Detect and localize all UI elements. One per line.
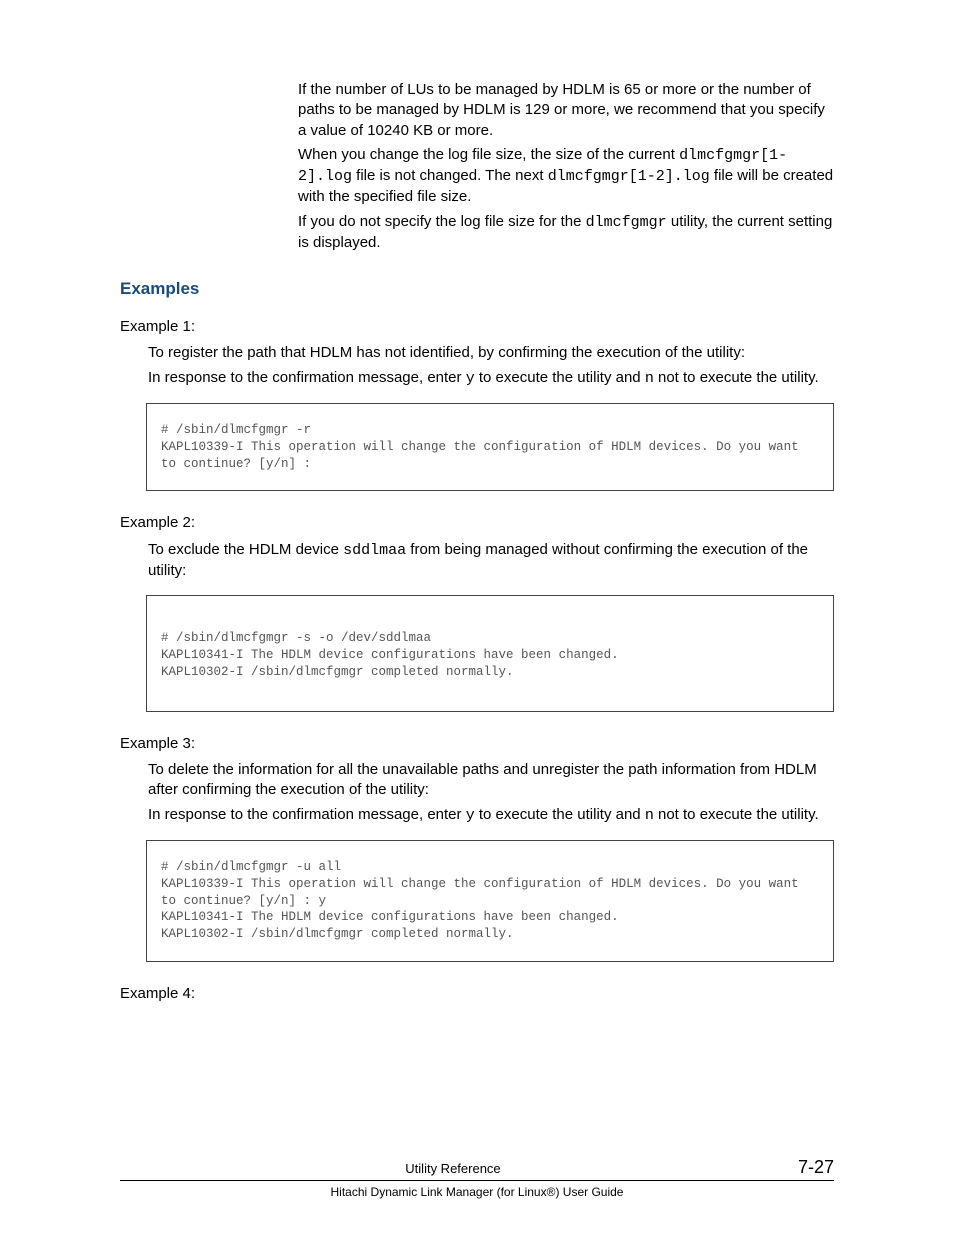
intro-block: If the number of LUs to be managed by HD… <box>298 80 834 253</box>
example-1-desc: To register the path that HDLM has not i… <box>148 343 834 363</box>
text: In response to the confirmation message,… <box>148 806 466 823</box>
text: When you change the log file size, the s… <box>298 146 679 163</box>
example-3-body: To delete the information for all the un… <box>148 760 834 962</box>
code-inline: dlmcfgmgr[1-2].log <box>548 168 710 185</box>
code-inline: sddlmaa <box>343 542 406 559</box>
code-inline: y <box>466 370 475 387</box>
intro-para-3: If you do not specify the log file size … <box>298 212 834 254</box>
example-3-response: In response to the confirmation message,… <box>148 805 834 826</box>
intro-para-1: If the number of LUs to be managed by HD… <box>298 80 834 141</box>
example-1-response: In response to the confirmation message,… <box>148 368 834 389</box>
example-3-label: Example 3: <box>120 734 834 754</box>
code-inline: n <box>645 807 654 824</box>
text: not to execute the utility. <box>654 369 819 386</box>
page-footer: Utility Reference 7-27 Hitachi Dynamic L… <box>120 1157 834 1199</box>
text: to execute the utility and <box>475 369 645 386</box>
text: If you do not specify the log file size … <box>298 213 586 230</box>
footer-subtitle: Hitachi Dynamic Link Manager (for Linux®… <box>120 1181 834 1199</box>
examples-heading: Examples <box>120 279 834 299</box>
example-3-desc: To delete the information for all the un… <box>148 760 834 801</box>
example-2-label: Example 2: <box>120 513 834 533</box>
example-1-body: To register the path that HDLM has not i… <box>148 343 834 491</box>
code-inline: n <box>645 370 654 387</box>
body-content: If the number of LUs to be managed by HD… <box>270 80 834 1004</box>
text: not to execute the utility. <box>654 806 819 823</box>
text: To exclude the HDLM device <box>148 541 343 558</box>
page-container: If the number of LUs to be managed by HD… <box>0 0 954 1235</box>
footer-line-1: Utility Reference 7-27 <box>120 1157 834 1181</box>
example-2-body: To exclude the HDLM device sddlmaa from … <box>148 540 834 712</box>
code-inline: y <box>466 807 475 824</box>
intro-para-2: When you change the log file size, the s… <box>298 145 834 208</box>
example-2-desc: To exclude the HDLM device sddlmaa from … <box>148 540 834 582</box>
text: to execute the utility and <box>475 806 645 823</box>
example-4-label: Example 4: <box>120 984 834 1004</box>
text: file is not changed. The next <box>352 167 548 184</box>
example-3-code: # /sbin/dlmcfgmgr -u all KAPL10339-I Thi… <box>146 840 834 962</box>
example-2-code: # /sbin/dlmcfgmgr -s -o /dev/sddlmaa KAP… <box>146 595 834 712</box>
example-1-label: Example 1: <box>120 317 834 337</box>
code-inline: dlmcfgmgr <box>586 214 667 231</box>
footer-page-number: 7-27 <box>798 1157 834 1178</box>
example-1-code: # /sbin/dlmcfgmgr -r KAPL10339-I This op… <box>146 403 834 492</box>
footer-title: Utility Reference <box>120 1161 786 1176</box>
text: In response to the confirmation message,… <box>148 369 466 386</box>
